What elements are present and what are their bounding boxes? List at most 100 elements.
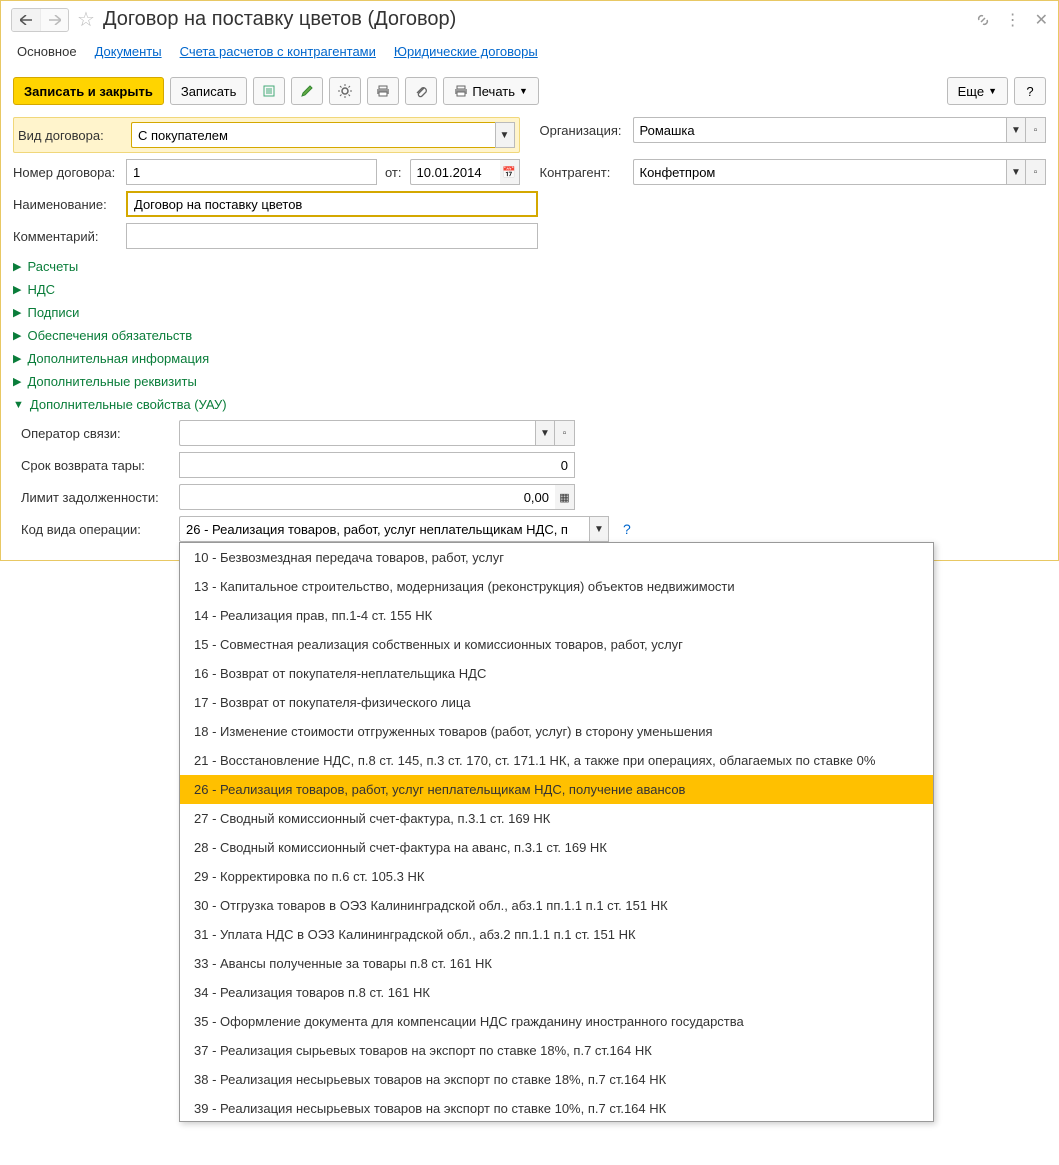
dropdown-item[interactable]: 16 - Возврат от покупателя-неплательщика…	[180, 659, 933, 688]
tara-label: Срок возврата тары:	[21, 458, 171, 473]
collapse-addprops[interactable]: ▼ Дополнительные свойства (УАУ)	[13, 393, 1046, 416]
dropdown-button[interactable]: ▼	[535, 420, 555, 446]
print-icon-button[interactable]	[367, 77, 399, 105]
link-icon[interactable]	[975, 12, 991, 28]
list-icon-button[interactable]	[253, 77, 285, 105]
tara-input[interactable]	[179, 452, 575, 478]
chevron-down-icon: ▼	[519, 86, 528, 96]
dropdown-item[interactable]: 35 - Оформление документа для компенсаци…	[180, 1007, 933, 1036]
collapse-secur[interactable]: ▶Обеспечения обязательств	[13, 324, 1046, 347]
dropdown-item[interactable]: 21 - Восстановление НДС, п.8 ст. 145, п.…	[180, 746, 933, 775]
tab-legal[interactable]: Юридические договоры	[394, 44, 538, 59]
name-input[interactable]	[126, 191, 538, 217]
date-input[interactable]	[410, 159, 500, 185]
opcode-label: Код вида операции:	[21, 522, 171, 537]
dropdown-button[interactable]: ▼	[589, 516, 609, 542]
dropdown-item[interactable]: 27 - Сводный комиссионный счет-фактура, …	[180, 804, 933, 833]
dropdown-item[interactable]: 28 - Сводный комиссионный счет-фактура н…	[180, 833, 933, 862]
favorite-icon[interactable]: ☆	[77, 7, 95, 32]
limit-input[interactable]	[179, 484, 555, 510]
chevron-right-icon: ▶	[13, 329, 21, 342]
from-label: от:	[385, 165, 402, 180]
dropdown-item[interactable]: 31 - Уплата НДС в ОЭЗ Калининградской об…	[180, 920, 933, 949]
comment-input[interactable]	[126, 223, 538, 249]
collapse-addinfo[interactable]: ▶Дополнительная информация	[13, 347, 1046, 370]
chevron-right-icon: ▶	[13, 283, 21, 296]
chevron-down-icon: ▼	[988, 86, 997, 96]
chevron-right-icon: ▶	[13, 306, 21, 319]
org-label: Организация:	[540, 123, 625, 138]
counterparty-input[interactable]	[633, 159, 1007, 185]
dropdown-button[interactable]: ▼	[1006, 117, 1026, 143]
operator-input[interactable]	[179, 420, 535, 446]
back-button[interactable]	[12, 9, 40, 31]
calculator-icon[interactable]: ▦	[555, 484, 575, 510]
operator-label: Оператор связи:	[21, 426, 171, 441]
dropdown-item[interactable]: 38 - Реализация несырьевых товаров на эк…	[180, 1065, 933, 1094]
dropdown-item[interactable]: 17 - Возврат от покупателя-физического л…	[180, 688, 933, 717]
opcode-dropdown-list[interactable]: 10 - Безвозмездная передача товаров, раб…	[179, 542, 934, 1122]
dropdown-item[interactable]: 13 - Капитальное строительство, модерниз…	[180, 572, 933, 601]
dropdown-item[interactable]: 26 - Реализация товаров, работ, услуг не…	[180, 775, 933, 804]
collapse-calc[interactable]: ▶Расчеты	[13, 255, 1046, 278]
print-button-label: Печать	[472, 84, 515, 99]
collapse-label: Дополнительные свойства (УАУ)	[30, 397, 227, 412]
save-close-button[interactable]: Записать и закрыть	[13, 77, 164, 105]
print-button[interactable]: Печать ▼	[443, 77, 539, 105]
tab-main[interactable]: Основное	[17, 44, 77, 59]
org-input[interactable]	[633, 117, 1007, 143]
gear-icon-button[interactable]	[329, 77, 361, 105]
collapse-label: Дополнительная информация	[27, 351, 209, 366]
dropdown-item[interactable]: 39 - Реализация несырьевых товаров на эк…	[180, 1094, 933, 1122]
chevron-down-icon: ▼	[13, 399, 24, 411]
dropdown-item[interactable]: 29 - Корректировка по п.6 ст. 105.3 НК	[180, 862, 933, 891]
forward-button[interactable]	[40, 9, 68, 31]
chevron-right-icon: ▶	[13, 260, 21, 273]
open-button[interactable]: ▫	[1026, 117, 1046, 143]
collapse-label: Подписи	[27, 305, 79, 320]
opcode-input[interactable]	[179, 516, 589, 542]
help-button[interactable]: ?	[1014, 77, 1046, 105]
dropdown-item[interactable]: 34 - Реализация товаров п.8 ст. 161 НК	[180, 978, 933, 1007]
titlebar: ☆ Договор на поставку цветов (Договор) ⋮…	[1, 1, 1058, 38]
dropdown-item[interactable]: 15 - Совместная реализация собственных и…	[180, 630, 933, 659]
dropdown-item[interactable]: 18 - Изменение стоимости отгруженных тов…	[180, 717, 933, 746]
name-label: Наименование:	[13, 197, 118, 212]
toolbar: Записать и закрыть Записать Печать ▼ Еще…	[1, 69, 1058, 117]
dropdown-item[interactable]: 30 - Отгрузка товаров в ОЭЗ Калининградс…	[180, 891, 933, 920]
collapse-sign[interactable]: ▶ Подписи	[13, 301, 1046, 324]
tab-accounts[interactable]: Счета расчетов с контрагентами	[180, 44, 376, 59]
open-button[interactable]: ▫	[555, 420, 575, 446]
dropdown-button[interactable]: ▼	[495, 122, 515, 148]
contract-type-label: Вид договора:	[18, 128, 123, 143]
chevron-right-icon: ▶	[13, 375, 21, 388]
more-button[interactable]: Еще ▼	[947, 77, 1008, 105]
calendar-icon[interactable]: 📅	[500, 159, 520, 185]
edit-icon-button[interactable]	[291, 77, 323, 105]
close-icon[interactable]: ✕	[1035, 10, 1048, 30]
tabs: Основное Документы Счета расчетов с конт…	[1, 38, 1058, 69]
contract-type-input[interactable]	[131, 122, 495, 148]
help-link[interactable]: ?	[623, 521, 631, 537]
tab-documents[interactable]: Документы	[95, 44, 162, 59]
dropdown-item[interactable]: 14 - Реализация прав, пп.1-4 ст. 155 НК	[180, 601, 933, 630]
attach-icon-button[interactable]	[405, 77, 437, 105]
collapse-label: Дополнительные реквизиты	[27, 374, 196, 389]
comment-label: Комментарий:	[13, 229, 118, 244]
number-input[interactable]	[126, 159, 377, 185]
dropdown-item[interactable]: 37 - Реализация сырьевых товаров на эксп…	[180, 1036, 933, 1065]
collapse-vat[interactable]: ▶ НДС	[13, 278, 1046, 301]
dropdown-button[interactable]: ▼	[1006, 159, 1026, 185]
dropdown-item[interactable]: 10 - Безвозмездная передача товаров, раб…	[180, 543, 933, 572]
kebab-icon[interactable]: ⋮	[1005, 10, 1021, 30]
number-label: Номер договора:	[13, 165, 118, 180]
addprops-panel: Оператор связи: ▼ ▫ Срок возврата тары: …	[13, 416, 1046, 542]
collapse-addreq[interactable]: ▶ Дополнительные реквизиты	[13, 370, 1046, 393]
save-button[interactable]: Записать	[170, 77, 248, 105]
limit-label: Лимит задолженности:	[21, 490, 171, 505]
window: ☆ Договор на поставку цветов (Договор) ⋮…	[0, 0, 1059, 561]
open-button[interactable]: ▫	[1026, 159, 1046, 185]
collapse-label: НДС	[27, 282, 55, 297]
page-title: Договор на поставку цветов (Договор)	[103, 8, 967, 31]
dropdown-item[interactable]: 33 - Авансы полученные за товары п.8 ст.…	[180, 949, 933, 978]
